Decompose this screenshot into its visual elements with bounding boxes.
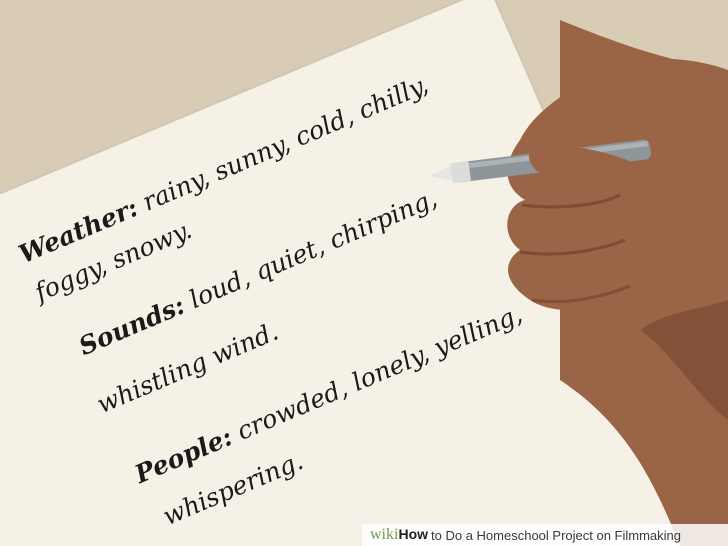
illustration — [0, 0, 728, 546]
watermark: wikiHow to Do a Homeschool Project on Fi… — [362, 524, 728, 546]
wikihow-logo: wikiHow — [370, 526, 429, 543]
watermark-title: to Do a Homeschool Project on Filmmaking — [431, 527, 682, 543]
